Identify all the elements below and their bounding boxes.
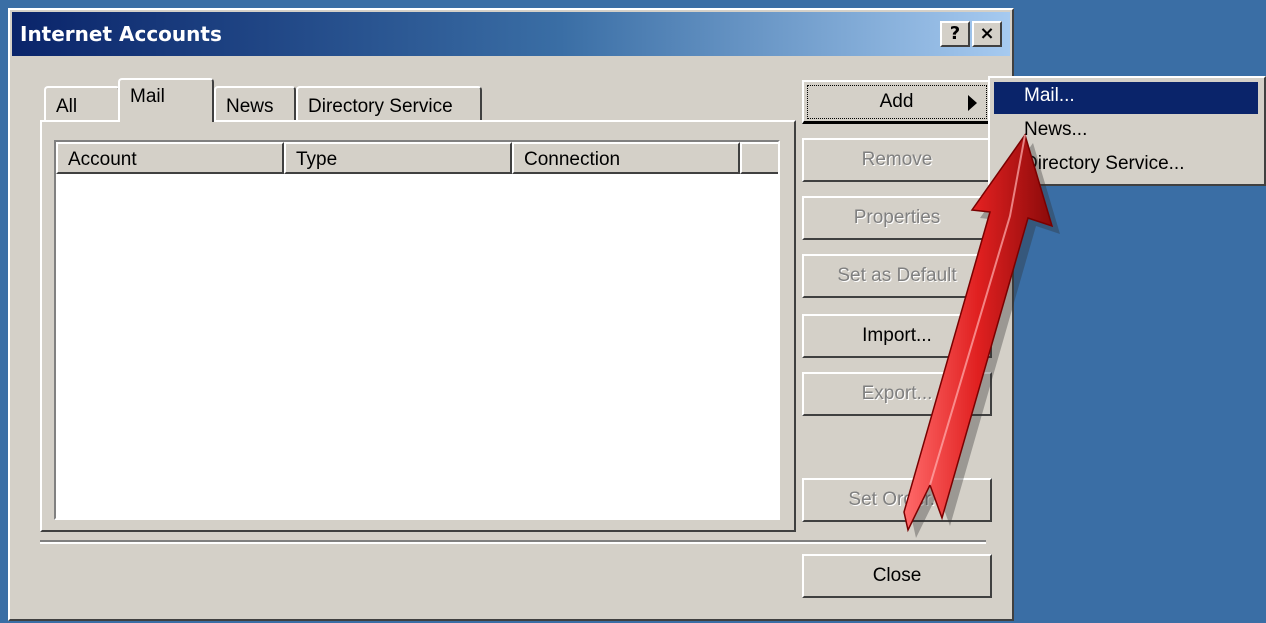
internet-accounts-dialog: Internet Accounts ? × All Mail News Dire… bbox=[8, 8, 1014, 621]
tab-directory-service[interactable]: Directory Service bbox=[296, 86, 482, 122]
help-button[interactable]: ? bbox=[940, 21, 970, 47]
window-title: Internet Accounts bbox=[20, 22, 222, 46]
tab-news[interactable]: News bbox=[214, 86, 296, 122]
import-button[interactable]: Import... bbox=[802, 314, 992, 358]
column-header-type[interactable]: Type bbox=[284, 142, 512, 174]
bottom-separator bbox=[40, 540, 986, 544]
column-header-account[interactable]: Account bbox=[56, 142, 284, 174]
add-submenu: Mail... News... Directory Service... bbox=[988, 76, 1266, 186]
add-button-label: Add bbox=[879, 91, 914, 112]
column-header-filler bbox=[740, 142, 778, 174]
tab-directory-service-label: Directory Service bbox=[308, 96, 453, 117]
submenu-arrow-icon bbox=[968, 95, 977, 111]
tab-all[interactable]: All bbox=[44, 86, 120, 122]
set-as-default-button[interactable]: Set as Default bbox=[802, 254, 992, 298]
menu-item-news[interactable]: News... bbox=[994, 116, 1258, 148]
menu-item-mail[interactable]: Mail... bbox=[994, 82, 1258, 114]
export-button[interactable]: Export... bbox=[802, 372, 992, 416]
accounts-list[interactable]: Account Type Connection bbox=[54, 140, 780, 520]
remove-button[interactable]: Remove bbox=[802, 138, 992, 182]
add-button[interactable]: Add bbox=[802, 80, 992, 124]
column-header-connection[interactable]: Connection bbox=[512, 142, 740, 174]
close-button[interactable]: Close bbox=[802, 554, 992, 598]
title-close-button[interactable]: × bbox=[972, 21, 1002, 47]
tab-mail[interactable]: Mail bbox=[118, 78, 214, 122]
mail-tab-panel: Account Type Connection bbox=[40, 120, 796, 532]
set-order-button[interactable]: Set Order... bbox=[802, 478, 992, 522]
properties-button[interactable]: Properties bbox=[802, 196, 992, 240]
tab-news-label: News bbox=[226, 96, 274, 117]
list-column-headers: Account Type Connection bbox=[56, 142, 778, 174]
menu-item-directory-service[interactable]: Directory Service... bbox=[994, 150, 1258, 182]
tab-all-label: All bbox=[56, 96, 78, 117]
tab-mail-label: Mail bbox=[130, 86, 165, 107]
title-bar[interactable]: Internet Accounts ? × bbox=[12, 12, 1010, 56]
